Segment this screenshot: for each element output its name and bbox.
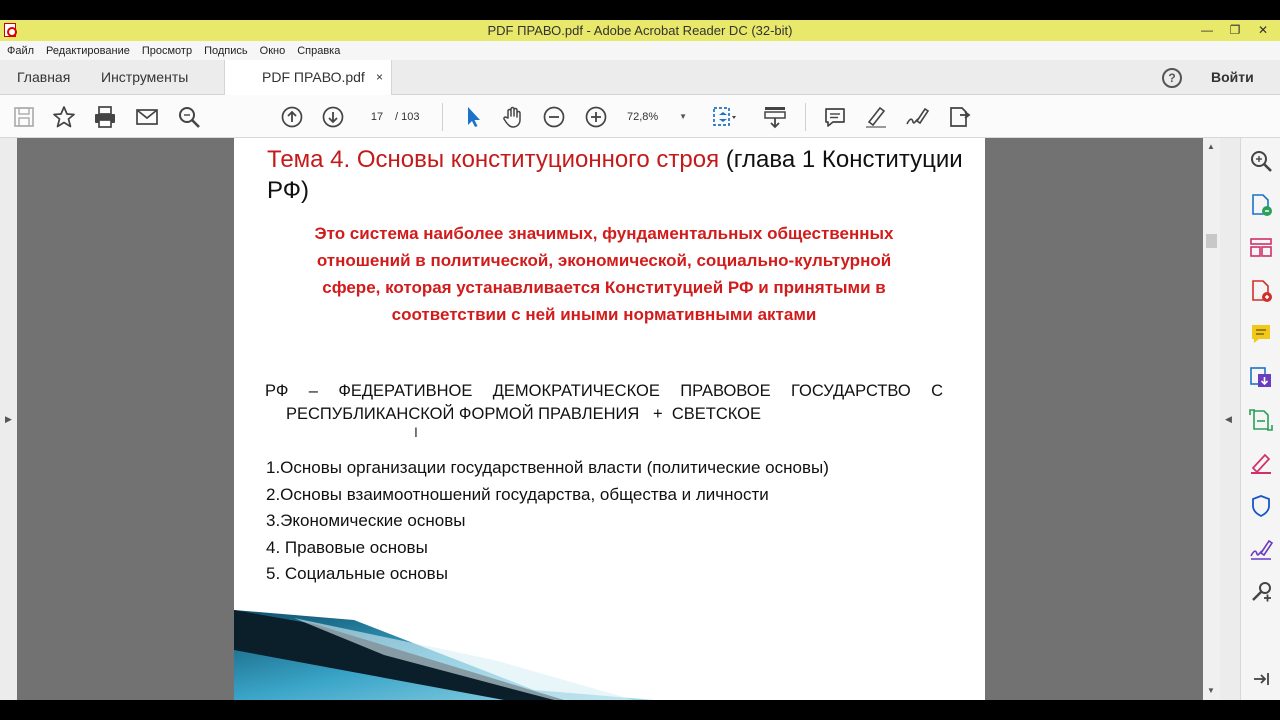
close-window-icon[interactable]: ✕ [1248, 20, 1278, 41]
chevron-down-icon: ▼ [679, 112, 687, 121]
slide-definition: Это система наиболее значимых, фундамент… [314, 224, 894, 324]
help-icon[interactable]: ? [1162, 68, 1182, 88]
list-item: 5. Социальные основы [266, 564, 448, 584]
page-total: / 103 [395, 111, 420, 123]
list-item: 3.Экономические основы [266, 511, 466, 531]
restore-icon[interactable]: ❐ [1220, 20, 1250, 41]
left-pane-toggle[interactable]: ▶ [0, 138, 17, 700]
highlight-icon[interactable] [863, 104, 889, 130]
tab-document[interactable]: PDF ПРАВО.pdf × [224, 60, 392, 96]
slide-title-topic: Тема 4. Основы конституционного строя [267, 146, 720, 173]
list-item: 1.Основы организации государственной вла… [266, 458, 829, 477]
close-tab-icon[interactable]: × [376, 60, 383, 95]
zoom-level-value: 72,8% [627, 111, 659, 123]
search-icon[interactable] [1248, 148, 1274, 174]
menu-help[interactable]: Справка [297, 42, 340, 61]
save-icon[interactable] [11, 104, 37, 130]
text-cursor-icon: I [414, 424, 418, 440]
share-icon[interactable] [946, 104, 972, 130]
slide-decoration [234, 610, 654, 700]
scroll-mode-icon[interactable] [762, 104, 788, 130]
right-pane-toggle[interactable]: ◀ [1220, 138, 1240, 700]
menu-bar: Файл Редактирование Просмотр Подпись Окно Спр… [0, 41, 1280, 60]
foundations-list: 1.Основы организации государственной вла… [266, 455, 829, 588]
tab-tools[interactable]: Инструменты [101, 60, 188, 95]
minimize-icon[interactable]: — [1192, 20, 1222, 41]
tab-bar: Главная Инструменты PDF ПРАВО.pdf × ? Во… [0, 60, 1280, 96]
scroll-up-icon[interactable]: ▲ [1207, 142, 1215, 151]
scroll-down-icon[interactable]: ▼ [1207, 686, 1215, 695]
tab-home[interactable]: Главная [17, 60, 70, 95]
create-pdf-icon[interactable] [1248, 278, 1274, 304]
acrobat-window: PDF ПРАВО.pdf - Adobe Acrobat Reader DC … [0, 0, 1280, 720]
menu-window[interactable]: Окно [260, 42, 286, 61]
more-tools-icon[interactable] [1248, 579, 1274, 605]
menu-file[interactable]: Файл [7, 42, 34, 61]
page-number-input[interactable]: 17 [363, 107, 391, 127]
organize-pages-icon[interactable] [1248, 235, 1274, 261]
list-item: 4. Правовые основы [266, 537, 428, 557]
page-up-icon[interactable] [279, 104, 305, 130]
bottom-black-strip [0, 700, 1280, 720]
vertical-scrollbar[interactable]: ▲ ▼ [1203, 138, 1220, 700]
expand-left-icon[interactable]: ▶ [5, 414, 12, 425]
toolbar-divider [805, 103, 806, 131]
hand-icon[interactable] [500, 104, 526, 130]
zoom-out-icon[interactable] [541, 104, 567, 130]
star-icon[interactable] [51, 104, 77, 130]
search-icon[interactable] [176, 104, 202, 130]
menu-sign[interactable]: Подпись [204, 42, 248, 61]
mail-icon[interactable] [134, 104, 160, 130]
print-icon[interactable] [92, 104, 118, 130]
title-bar: PDF ПРАВО.pdf - Adobe Acrobat Reader DC … [0, 20, 1280, 41]
rf-definition-line2: РЕСПУБЛИКАНСКОЙ ФОРМОЙ ПРАВЛЕНИЯ + СВЕТС… [286, 405, 762, 423]
scrollbar-thumb[interactable] [1206, 234, 1217, 248]
fill-sign-icon[interactable] [1248, 450, 1274, 476]
tab-document-label: PDF ПРАВО.pdf [262, 69, 365, 85]
zoom-in-icon[interactable] [583, 104, 609, 130]
list-item: 2.Основы взаимоотношений государства, об… [266, 484, 769, 504]
scan-icon[interactable] [1248, 407, 1274, 433]
toolbar: 17 / 103 72,8% ▼ [0, 95, 1280, 138]
menu-edit[interactable]: Редактирование [46, 42, 130, 61]
signin-button[interactable]: Войти [1211, 60, 1254, 95]
sign-icon[interactable] [904, 104, 930, 130]
tools-pane [1240, 138, 1280, 700]
collapse-right-icon[interactable]: ◀ [1225, 414, 1232, 425]
pdf-page[interactable]: Тема 4. Основы конституционного строя (г… [234, 138, 985, 700]
comment-icon[interactable] [822, 104, 848, 130]
export-pdf-icon[interactable] [1248, 192, 1274, 218]
protect-icon[interactable] [1248, 493, 1274, 519]
toolbar-divider [442, 103, 443, 131]
comment-icon[interactable] [1248, 321, 1274, 347]
top-black-strip [0, 0, 1280, 20]
zoom-level-select[interactable]: 72,8% ▼ [627, 107, 691, 127]
slide-title: Тема 4. Основы конституционного строя (г… [267, 144, 967, 206]
menu-view[interactable]: Просмотр [142, 42, 192, 61]
send-icon[interactable] [1248, 364, 1274, 390]
page-down-icon[interactable] [320, 104, 346, 130]
rf-definition-line1: РФ – ФЕДЕРАТИВНОЕ ДЕМОКРАТИЧЕСКОЕ ПРАВОВ… [265, 382, 943, 400]
collapse-icon[interactable] [1248, 666, 1274, 692]
sign-icon[interactable] [1248, 536, 1274, 562]
fit-page-icon[interactable] [710, 104, 736, 130]
window-title: PDF ПРАВО.pdf - Adobe Acrobat Reader DC … [487, 23, 793, 38]
select-arrow-icon[interactable] [460, 104, 486, 130]
